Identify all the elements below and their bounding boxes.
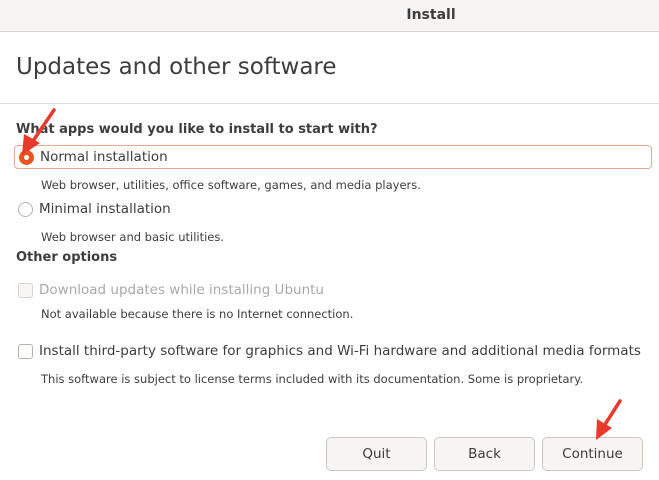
quit-button[interactable]: Quit: [326, 437, 427, 471]
radio-checked-icon[interactable]: [19, 149, 34, 165]
install-type-question: What apps would you like to install to s…: [16, 122, 378, 137]
third-party-software-checkbox[interactable]: Install third-party software for graphic…: [18, 339, 641, 363]
third-party-software-label: Install third-party software for graphic…: [39, 343, 641, 359]
back-button[interactable]: Back: [434, 437, 535, 471]
continue-button[interactable]: Continue: [542, 437, 643, 471]
header-divider: [0, 103, 659, 104]
checkbox-disabled-icon[interactable]: [18, 282, 33, 298]
window-titlebar: Install: [0, 0, 659, 32]
minimal-installation-label: Minimal installation: [39, 201, 171, 217]
normal-installation-description: Web browser, utilities, office software,…: [41, 178, 421, 192]
download-updates-checkbox[interactable]: Download updates while installing Ubuntu: [18, 278, 324, 302]
arrow-to-continue-icon: [596, 399, 622, 440]
radio-unchecked-icon[interactable]: [18, 201, 33, 217]
third-party-software-description: This software is subject to license term…: [41, 372, 584, 386]
download-updates-label: Download updates while installing Ubuntu: [39, 282, 324, 298]
checkbox-unchecked-icon[interactable]: [18, 343, 33, 359]
minimal-installation-description: Web browser and basic utilities.: [41, 230, 225, 244]
minimal-installation-radio[interactable]: Minimal installation: [18, 197, 171, 221]
window-title: Install: [406, 7, 456, 23]
download-updates-description: Not available because there is no Intern…: [41, 307, 354, 321]
page-title: Updates and other software: [16, 54, 337, 80]
normal-installation-radio[interactable]: Normal installation: [14, 145, 652, 169]
normal-installation-label: Normal installation: [40, 149, 168, 165]
other-options-heading: Other options: [16, 250, 118, 265]
